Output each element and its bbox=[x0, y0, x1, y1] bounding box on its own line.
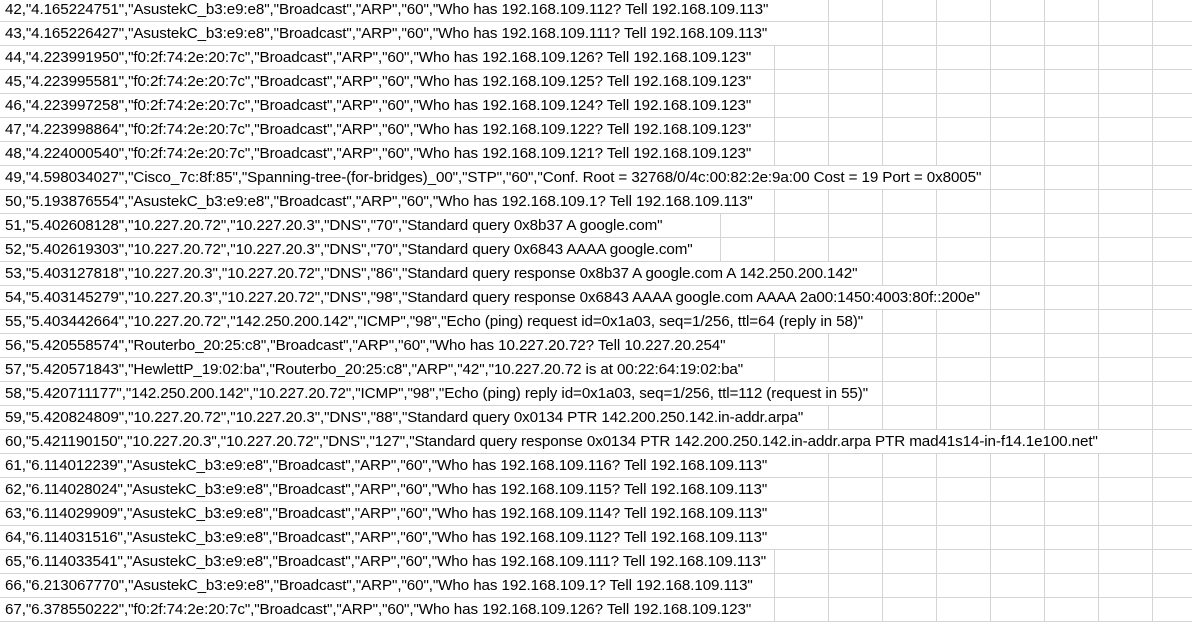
cell[interactable]: 57,"5.420571843","HewlettP_19:02:ba","Ro… bbox=[0, 358, 751, 381]
cell[interactable]: 55,"5.403442664","10.227.20.72","142.250… bbox=[0, 310, 871, 333]
cell[interactable]: 62,"6.114028024","AsustekC_b3:e9:e8","Br… bbox=[0, 478, 775, 501]
cell[interactable]: 48,"4.224000540","f0:2f:74:2e:20:7c","Br… bbox=[0, 142, 759, 165]
cell[interactable]: 58,"5.420711177","142.250.200.142","10.2… bbox=[0, 382, 876, 405]
table-row: 42,"4.165224751","AsustekC_b3:e9:e8","Br… bbox=[0, 0, 1192, 22]
cell[interactable]: 51,"5.402608128","10.227.20.72","10.227.… bbox=[0, 214, 670, 237]
cell[interactable]: 65,"6.114033541","AsustekC_b3:e9:e8","Br… bbox=[0, 550, 774, 573]
table-row: 44,"4.223991950","f0:2f:74:2e:20:7c","Br… bbox=[0, 46, 1192, 70]
cell[interactable]: 63,"6.114029909","AsustekC_b3:e9:e8","Br… bbox=[0, 502, 775, 525]
table-row: 47,"4.223998864","f0:2f:74:2e:20:7c","Br… bbox=[0, 118, 1192, 142]
table-row: 62,"6.114028024","AsustekC_b3:e9:e8","Br… bbox=[0, 478, 1192, 502]
cell[interactable]: 44,"4.223991950","f0:2f:74:2e:20:7c","Br… bbox=[0, 46, 759, 69]
table-row: 49,"4.598034027","Cisco_7c:8f:85","Spann… bbox=[0, 166, 1192, 190]
table-row: 45,"4.223995581","f0:2f:74:2e:20:7c","Br… bbox=[0, 70, 1192, 94]
cell[interactable]: 45,"4.223995581","f0:2f:74:2e:20:7c","Br… bbox=[0, 70, 759, 93]
cell[interactable]: 59,"5.420824809","10.227.20.72","10.227.… bbox=[0, 406, 811, 429]
table-row: 59,"5.420824809","10.227.20.72","10.227.… bbox=[0, 406, 1192, 430]
cell[interactable]: 49,"4.598034027","Cisco_7c:8f:85","Spann… bbox=[0, 166, 989, 189]
cell[interactable]: 66,"6.213067770","AsustekC_b3:e9:e8","Br… bbox=[0, 574, 761, 597]
spreadsheet-grid[interactable]: 42,"4.165224751","AsustekC_b3:e9:e8","Br… bbox=[0, 0, 1192, 622]
table-row: 67,"6.378550222","f0:2f:74:2e:20:7c","Br… bbox=[0, 598, 1192, 622]
cell[interactable]: 43,"4.165226427","AsustekC_b3:e9:e8","Br… bbox=[0, 22, 775, 45]
table-row: 63,"6.114029909","AsustekC_b3:e9:e8","Br… bbox=[0, 502, 1192, 526]
cell[interactable]: 67,"6.378550222","f0:2f:74:2e:20:7c","Br… bbox=[0, 598, 759, 621]
table-row: 58,"5.420711177","142.250.200.142","10.2… bbox=[0, 382, 1192, 406]
sheet-rows: 42,"4.165224751","AsustekC_b3:e9:e8","Br… bbox=[0, 0, 1192, 622]
table-row: 52,"5.402619303","10.227.20.72","10.227.… bbox=[0, 238, 1192, 262]
cell[interactable]: 52,"5.402619303","10.227.20.72","10.227.… bbox=[0, 238, 701, 261]
table-row: 53,"5.403127818","10.227.20.3","10.227.2… bbox=[0, 262, 1192, 286]
table-row: 65,"6.114033541","AsustekC_b3:e9:e8","Br… bbox=[0, 550, 1192, 574]
cell[interactable]: 53,"5.403127818","10.227.20.3","10.227.2… bbox=[0, 262, 865, 285]
table-row: 50,"5.193876554","AsustekC_b3:e9:e8","Br… bbox=[0, 190, 1192, 214]
cell[interactable]: 47,"4.223998864","f0:2f:74:2e:20:7c","Br… bbox=[0, 118, 759, 141]
cell[interactable]: 60,"5.421190150","10.227.20.3","10.227.2… bbox=[0, 430, 1106, 453]
table-row: 46,"4.223997258","f0:2f:74:2e:20:7c","Br… bbox=[0, 94, 1192, 118]
table-row: 64,"6.114031516","AsustekC_b3:e9:e8","Br… bbox=[0, 526, 1192, 550]
table-row: 61,"6.114012239","AsustekC_b3:e9:e8","Br… bbox=[0, 454, 1192, 478]
table-row: 51,"5.402608128","10.227.20.72","10.227.… bbox=[0, 214, 1192, 238]
table-row: 56,"5.420558574","Routerbo_20:25:c8","Br… bbox=[0, 334, 1192, 358]
cell[interactable]: 56,"5.420558574","Routerbo_20:25:c8","Br… bbox=[0, 334, 733, 357]
cell[interactable]: 46,"4.223997258","f0:2f:74:2e:20:7c","Br… bbox=[0, 94, 759, 117]
table-row: 43,"4.165226427","AsustekC_b3:e9:e8","Br… bbox=[0, 22, 1192, 46]
table-row: 48,"4.224000540","f0:2f:74:2e:20:7c","Br… bbox=[0, 142, 1192, 166]
cell[interactable]: 54,"5.403145279","10.227.20.3","10.227.2… bbox=[0, 286, 988, 309]
cell[interactable]: 50,"5.193876554","AsustekC_b3:e9:e8","Br… bbox=[0, 190, 761, 213]
table-row: 57,"5.420571843","HewlettP_19:02:ba","Ro… bbox=[0, 358, 1192, 382]
table-row: 54,"5.403145279","10.227.20.3","10.227.2… bbox=[0, 286, 1192, 310]
cell[interactable]: 64,"6.114031516","AsustekC_b3:e9:e8","Br… bbox=[0, 526, 775, 549]
cell[interactable]: 61,"6.114012239","AsustekC_b3:e9:e8","Br… bbox=[0, 454, 775, 477]
cell[interactable]: 42,"4.165224751","AsustekC_b3:e9:e8","Br… bbox=[0, 0, 776, 21]
table-row: 55,"5.403442664","10.227.20.72","142.250… bbox=[0, 310, 1192, 334]
table-row: 66,"6.213067770","AsustekC_b3:e9:e8","Br… bbox=[0, 574, 1192, 598]
table-row: 60,"5.421190150","10.227.20.3","10.227.2… bbox=[0, 430, 1192, 454]
